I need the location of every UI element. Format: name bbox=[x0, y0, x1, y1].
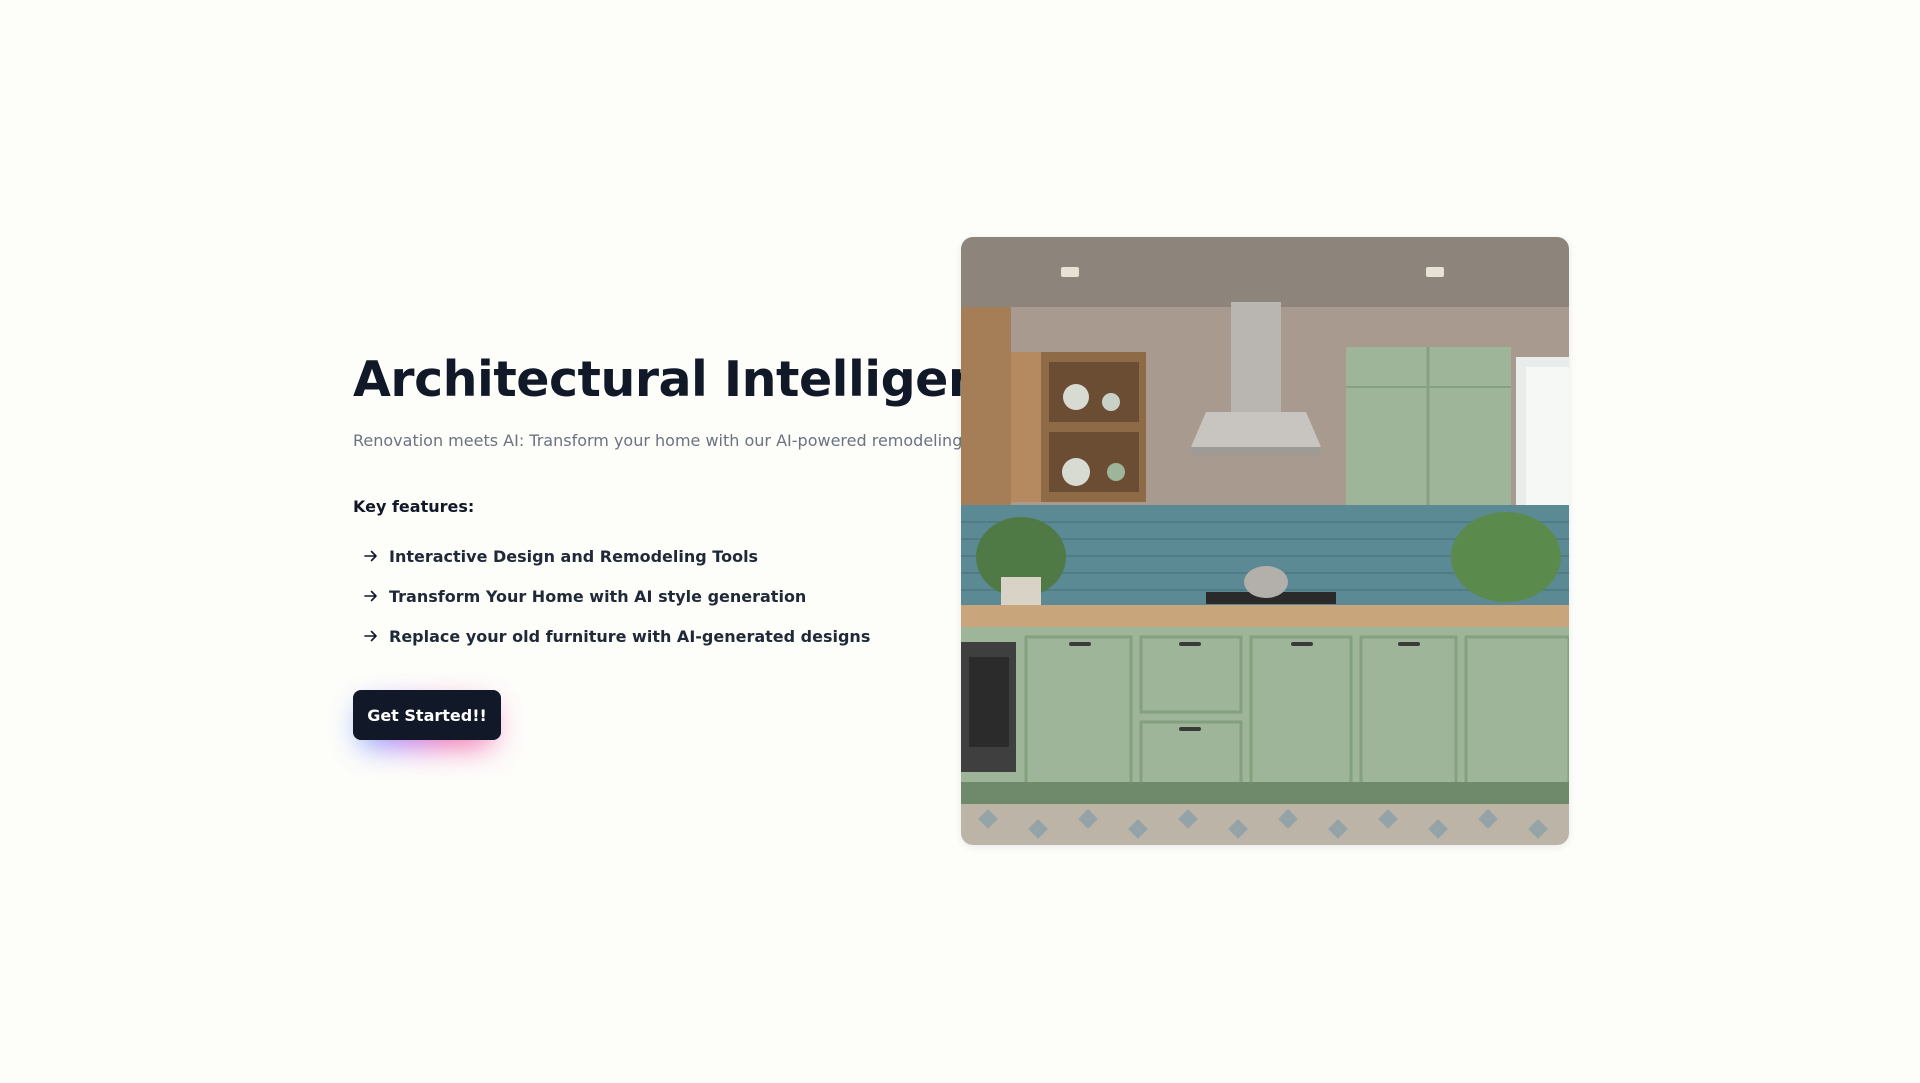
feature-label: Interactive Design and Remodeling Tools bbox=[389, 546, 759, 566]
hero-text: Architectural Intelligence Renovation me… bbox=[353, 350, 1044, 748]
feature-label: Replace your old furniture with AI-gener… bbox=[389, 626, 871, 646]
hero-section: Architectural Intelligence Renovation me… bbox=[0, 0, 1920, 1083]
kitchen-image bbox=[961, 237, 1569, 845]
arrow-right-icon bbox=[364, 590, 377, 602]
kitchen-illustration bbox=[961, 237, 1569, 845]
arrow-right-icon bbox=[364, 630, 377, 642]
hero-subtitle: Renovation meets AI: Transform your home… bbox=[353, 431, 1003, 450]
feature-item: Transform Your Home with AI style genera… bbox=[353, 576, 953, 616]
cta-wrapper: Get Started!! bbox=[353, 690, 501, 748]
page-title: Architectural Intelligence bbox=[353, 351, 1044, 408]
feature-item: Interactive Design and Remodeling Tools bbox=[353, 536, 953, 576]
get-started-button[interactable]: Get Started!! bbox=[353, 690, 501, 740]
feature-label: Transform Your Home with AI style genera… bbox=[389, 586, 807, 606]
arrow-right-icon bbox=[364, 550, 377, 562]
features-heading: Key features: bbox=[353, 497, 475, 516]
feature-item: Replace your old furniture with AI-gener… bbox=[353, 616, 953, 656]
feature-list: Interactive Design and Remodeling Tools … bbox=[353, 536, 953, 656]
